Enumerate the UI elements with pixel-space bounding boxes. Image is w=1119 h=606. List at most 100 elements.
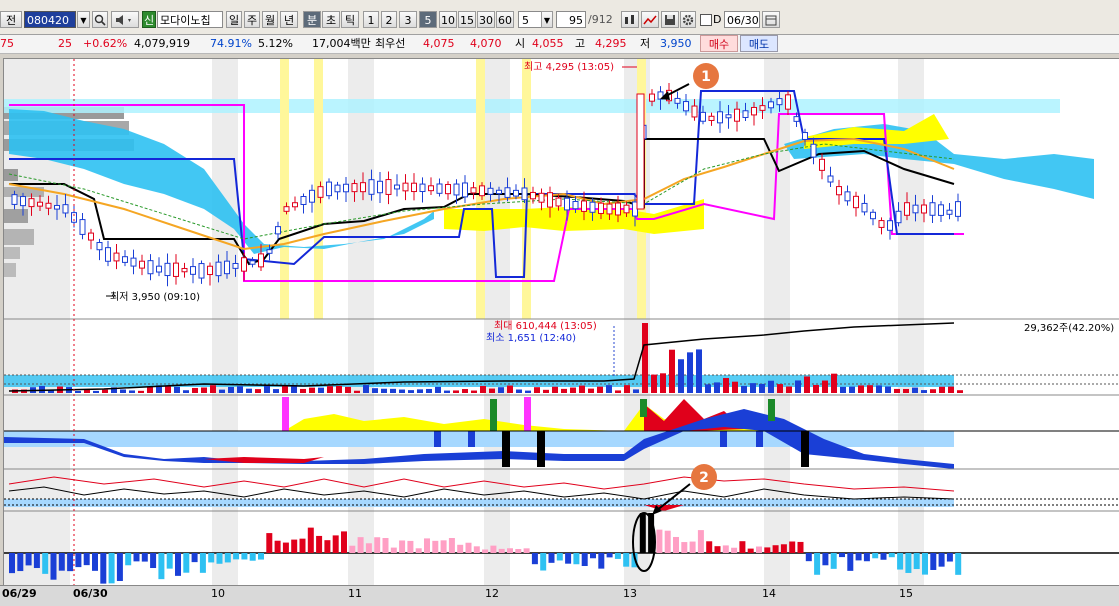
period-tick-button[interactable]: 틱 — [341, 11, 359, 28]
histogram-bar — [199, 553, 206, 573]
candle-body — [37, 201, 43, 207]
histogram-bar — [432, 540, 439, 553]
interval-10-button[interactable]: 10 — [439, 11, 457, 28]
volume-bar — [858, 385, 864, 393]
histogram-bar — [349, 545, 356, 553]
volume-ratio: 74.91% — [210, 37, 252, 50]
volume-max-annotation: 최대 610,444 (13:05) — [494, 320, 597, 332]
histogram-bar — [357, 537, 364, 553]
buy-button[interactable]: 매수 — [700, 35, 738, 52]
candle-body — [615, 202, 621, 216]
stock-name-field: 모다이노칩 — [157, 11, 223, 28]
low-value: 3,950 — [660, 37, 692, 50]
candle-body — [292, 202, 298, 208]
candle-body — [45, 202, 52, 209]
date-checkbox[interactable] — [700, 11, 712, 28]
candle-body — [691, 105, 698, 118]
stock-code-input[interactable]: 080420 — [24, 11, 76, 28]
period-month-button[interactable]: 월 — [262, 11, 278, 28]
sell-button[interactable]: 매도 — [740, 35, 778, 52]
histogram-bar — [233, 553, 240, 560]
histogram-panel — [4, 513, 1119, 584]
period-minute-button[interactable]: 분 — [303, 11, 321, 28]
candle-body — [853, 195, 859, 209]
volume-bar — [867, 385, 873, 393]
gear-icon[interactable] — [680, 11, 696, 28]
histogram-bar — [42, 553, 49, 574]
bar-settings-icon[interactable] — [621, 11, 639, 28]
volume-bar — [300, 388, 306, 393]
candle-body — [54, 204, 60, 210]
interval-5-button[interactable]: 5 — [419, 11, 437, 28]
interval-select[interactable]: 5 — [518, 11, 542, 28]
period-second-button[interactable]: 초 — [322, 11, 340, 28]
date-axis: 06/29 06/30 10 11 12 13 14 15 — [0, 585, 1119, 606]
date-checkbox-label: D — [713, 13, 722, 26]
histogram-bar — [531, 553, 538, 565]
interval-30-button[interactable]: 30 — [477, 11, 495, 28]
date-input[interactable]: 06/30 — [724, 11, 760, 28]
interval-3-button[interactable]: 3 — [399, 11, 417, 28]
period-year-button[interactable]: 년 — [280, 11, 298, 28]
histogram-bar — [175, 553, 181, 576]
interval-select-chevron-icon[interactable]: ▼ — [541, 11, 553, 28]
candle-body — [555, 197, 562, 207]
volume-bar — [399, 389, 405, 393]
indicator-panel-2 — [4, 476, 1119, 511]
marker-1: 1 — [660, 63, 719, 100]
volume-bar — [894, 388, 900, 393]
candle-body — [334, 184, 341, 193]
interval-60-button[interactable]: 60 — [496, 11, 514, 28]
histogram-bar — [282, 542, 289, 553]
histogram-bar — [424, 538, 430, 553]
period-day-button[interactable]: 일 — [226, 11, 242, 28]
candle-body — [768, 101, 774, 109]
speaker-icon[interactable] — [111, 11, 139, 28]
volume-bar — [417, 389, 423, 393]
histogram-bar — [888, 553, 895, 558]
histogram-bar — [897, 553, 904, 570]
candle-body — [453, 183, 460, 196]
candle-body — [725, 114, 732, 119]
histogram-bar — [324, 540, 331, 553]
candle-body — [802, 132, 808, 140]
interval-15-button[interactable]: 15 — [458, 11, 476, 28]
volume-bar — [804, 376, 810, 393]
histogram-bar — [830, 553, 837, 569]
candle-body — [581, 200, 587, 212]
chart-area[interactable]: 최고 4,295 (13:05) 최저 3,950 (09:10) 최대 610… — [3, 58, 1119, 587]
interval-2-button[interactable]: 2 — [381, 11, 397, 28]
histogram-bar — [299, 538, 306, 553]
trend-tool-icon[interactable] — [641, 11, 659, 28]
histogram-bar — [739, 541, 746, 553]
volume-bar — [624, 385, 630, 393]
count-input[interactable]: 95 — [556, 11, 586, 28]
save-icon[interactable] — [661, 11, 679, 28]
candle-body — [742, 110, 749, 118]
date-label-14: 14 — [762, 587, 776, 600]
item-label-button[interactable]: 전 — [0, 11, 22, 28]
histogram-bar — [490, 545, 497, 553]
volume-bar — [507, 385, 513, 393]
candle-body — [479, 185, 485, 197]
indicator-panel-1 — [4, 397, 1119, 469]
volume-bar — [570, 387, 576, 393]
candle-body — [844, 191, 851, 202]
volume-bar — [768, 380, 774, 393]
histogram-bar — [540, 553, 547, 571]
volume-bar — [543, 389, 549, 393]
histogram-bar — [756, 546, 762, 553]
volume-bar — [588, 388, 594, 393]
interval-1-button[interactable]: 1 — [363, 11, 379, 28]
stock-chart[interactable]: 최고 4,295 (13:05) 최저 3,950 (09:10) 최대 610… — [4, 59, 1119, 586]
volume-bar — [723, 378, 729, 393]
code-dropdown-chevron-icon[interactable]: ▼ — [77, 11, 90, 28]
volume-bar — [381, 388, 387, 393]
search-icon[interactable] — [92, 11, 108, 28]
volume-bar — [75, 390, 81, 393]
candle-body — [946, 209, 953, 215]
change-prefix: 75 — [0, 37, 14, 50]
calendar-icon[interactable] — [762, 11, 780, 28]
histogram-bar — [581, 553, 588, 567]
period-week-button[interactable]: 주 — [244, 11, 260, 28]
